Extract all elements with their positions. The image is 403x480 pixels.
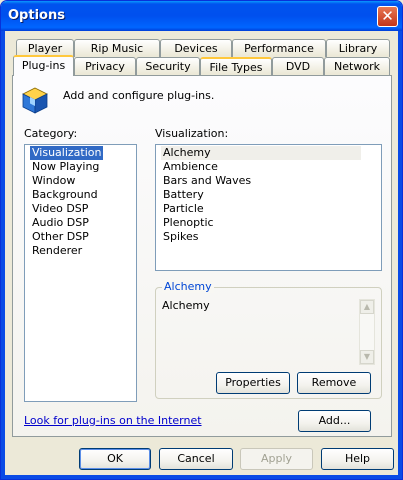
cancel-button[interactable]: Cancel — [159, 448, 233, 470]
visualization-item[interactable]: Ambience — [161, 160, 220, 174]
tab-file-types[interactable]: File Types — [200, 57, 272, 75]
tab-plug-ins[interactable]: Plug-ins — [13, 55, 74, 76]
plugin-cube-icon — [22, 87, 48, 114]
visualization-item[interactable]: Battery — [161, 188, 206, 202]
tab-devices[interactable]: Devices — [160, 39, 232, 57]
plugins-internet-link[interactable]: Look for plug-ins on the Internet — [24, 414, 202, 427]
visualization-item[interactable]: Bars and Waves — [161, 174, 253, 188]
tab-label: Devices — [174, 42, 218, 55]
close-icon[interactable]: ✕ — [381, 7, 394, 25]
category-item[interactable]: Window — [30, 174, 77, 188]
category-item[interactable]: Now Playing — [30, 160, 101, 174]
window-title: Options — [8, 8, 65, 23]
category-list[interactable]: Visualization Now Playing Window Backgro… — [24, 144, 137, 402]
tab-security[interactable]: Security — [136, 57, 200, 75]
tab-label: Privacy — [85, 60, 125, 73]
category-item[interactable]: Renderer — [30, 244, 84, 258]
header-text: Add and configure plug-ins. — [63, 89, 215, 102]
details-scrollbar[interactable]: ▲ ▼ — [359, 299, 375, 365]
visualization-item[interactable]: Plenoptic — [161, 216, 216, 230]
tab-label: File Types — [209, 61, 263, 74]
frame-left — [1, 31, 5, 479]
add-button[interactable]: Add... — [298, 410, 371, 432]
tab-library[interactable]: Library — [326, 39, 390, 57]
visualization-item[interactable]: Spikes — [161, 230, 201, 244]
tab-dvd[interactable]: DVD — [272, 57, 324, 75]
close-button[interactable]: ✕ — [377, 6, 398, 27]
tab-network[interactable]: Network — [324, 57, 390, 75]
frame-right — [398, 31, 402, 479]
category-item[interactable]: Audio DSP — [30, 216, 91, 230]
apply-button: Apply — [240, 448, 313, 470]
category-item[interactable]: Other DSP — [30, 230, 91, 244]
details-group: Alchemy Alchemy ▲ ▼ Properties Remove — [155, 280, 382, 399]
category-label: Category: — [24, 127, 78, 140]
details-group-title: Alchemy — [162, 280, 214, 293]
visualization-list[interactable]: Alchemy Ambience Bars and Waves Battery … — [155, 144, 382, 271]
panel-body: Add and configure plug-ins. Category: Vi… — [13, 76, 391, 436]
tab-label: Security — [145, 60, 191, 73]
tab-label: Rip Music — [90, 42, 144, 55]
details-text: Alchemy — [162, 299, 210, 312]
tab-privacy[interactable]: Privacy — [74, 57, 136, 75]
tab-label: Network — [334, 60, 380, 73]
ok-button[interactable]: OK — [79, 448, 151, 470]
plug-ins-panel: Add and configure plug-ins. Category: Vi… — [12, 75, 392, 437]
visualization-item[interactable]: Particle — [161, 202, 206, 216]
tab-label: Plug-ins — [21, 59, 66, 72]
tab-rip-music[interactable]: Rip Music — [74, 39, 160, 57]
tab-label: DVD — [285, 60, 311, 73]
options-dialog: Options ✕ Player Rip Music Devices Perfo… — [0, 0, 403, 480]
title-bar[interactable]: Options ✕ — [1, 1, 402, 31]
tab-performance[interactable]: Performance — [232, 39, 326, 57]
remove-button[interactable]: Remove — [297, 372, 371, 394]
tab-label: Performance — [244, 42, 314, 55]
category-item[interactable]: Background — [30, 188, 100, 202]
category-item[interactable]: Visualization — [30, 146, 104, 160]
tab-label: Library — [338, 42, 378, 55]
visualization-item[interactable]: Alchemy — [161, 146, 361, 160]
visualization-label: Visualization: — [155, 127, 229, 140]
tab-label: Player — [27, 42, 63, 55]
help-button[interactable]: Help — [321, 448, 394, 470]
scroll-down-icon[interactable]: ▼ — [360, 350, 374, 364]
category-item[interactable]: Video DSP — [30, 202, 90, 216]
properties-button[interactable]: Properties — [216, 372, 290, 394]
frame-bottom — [1, 475, 402, 479]
scroll-up-icon[interactable]: ▲ — [360, 300, 374, 314]
